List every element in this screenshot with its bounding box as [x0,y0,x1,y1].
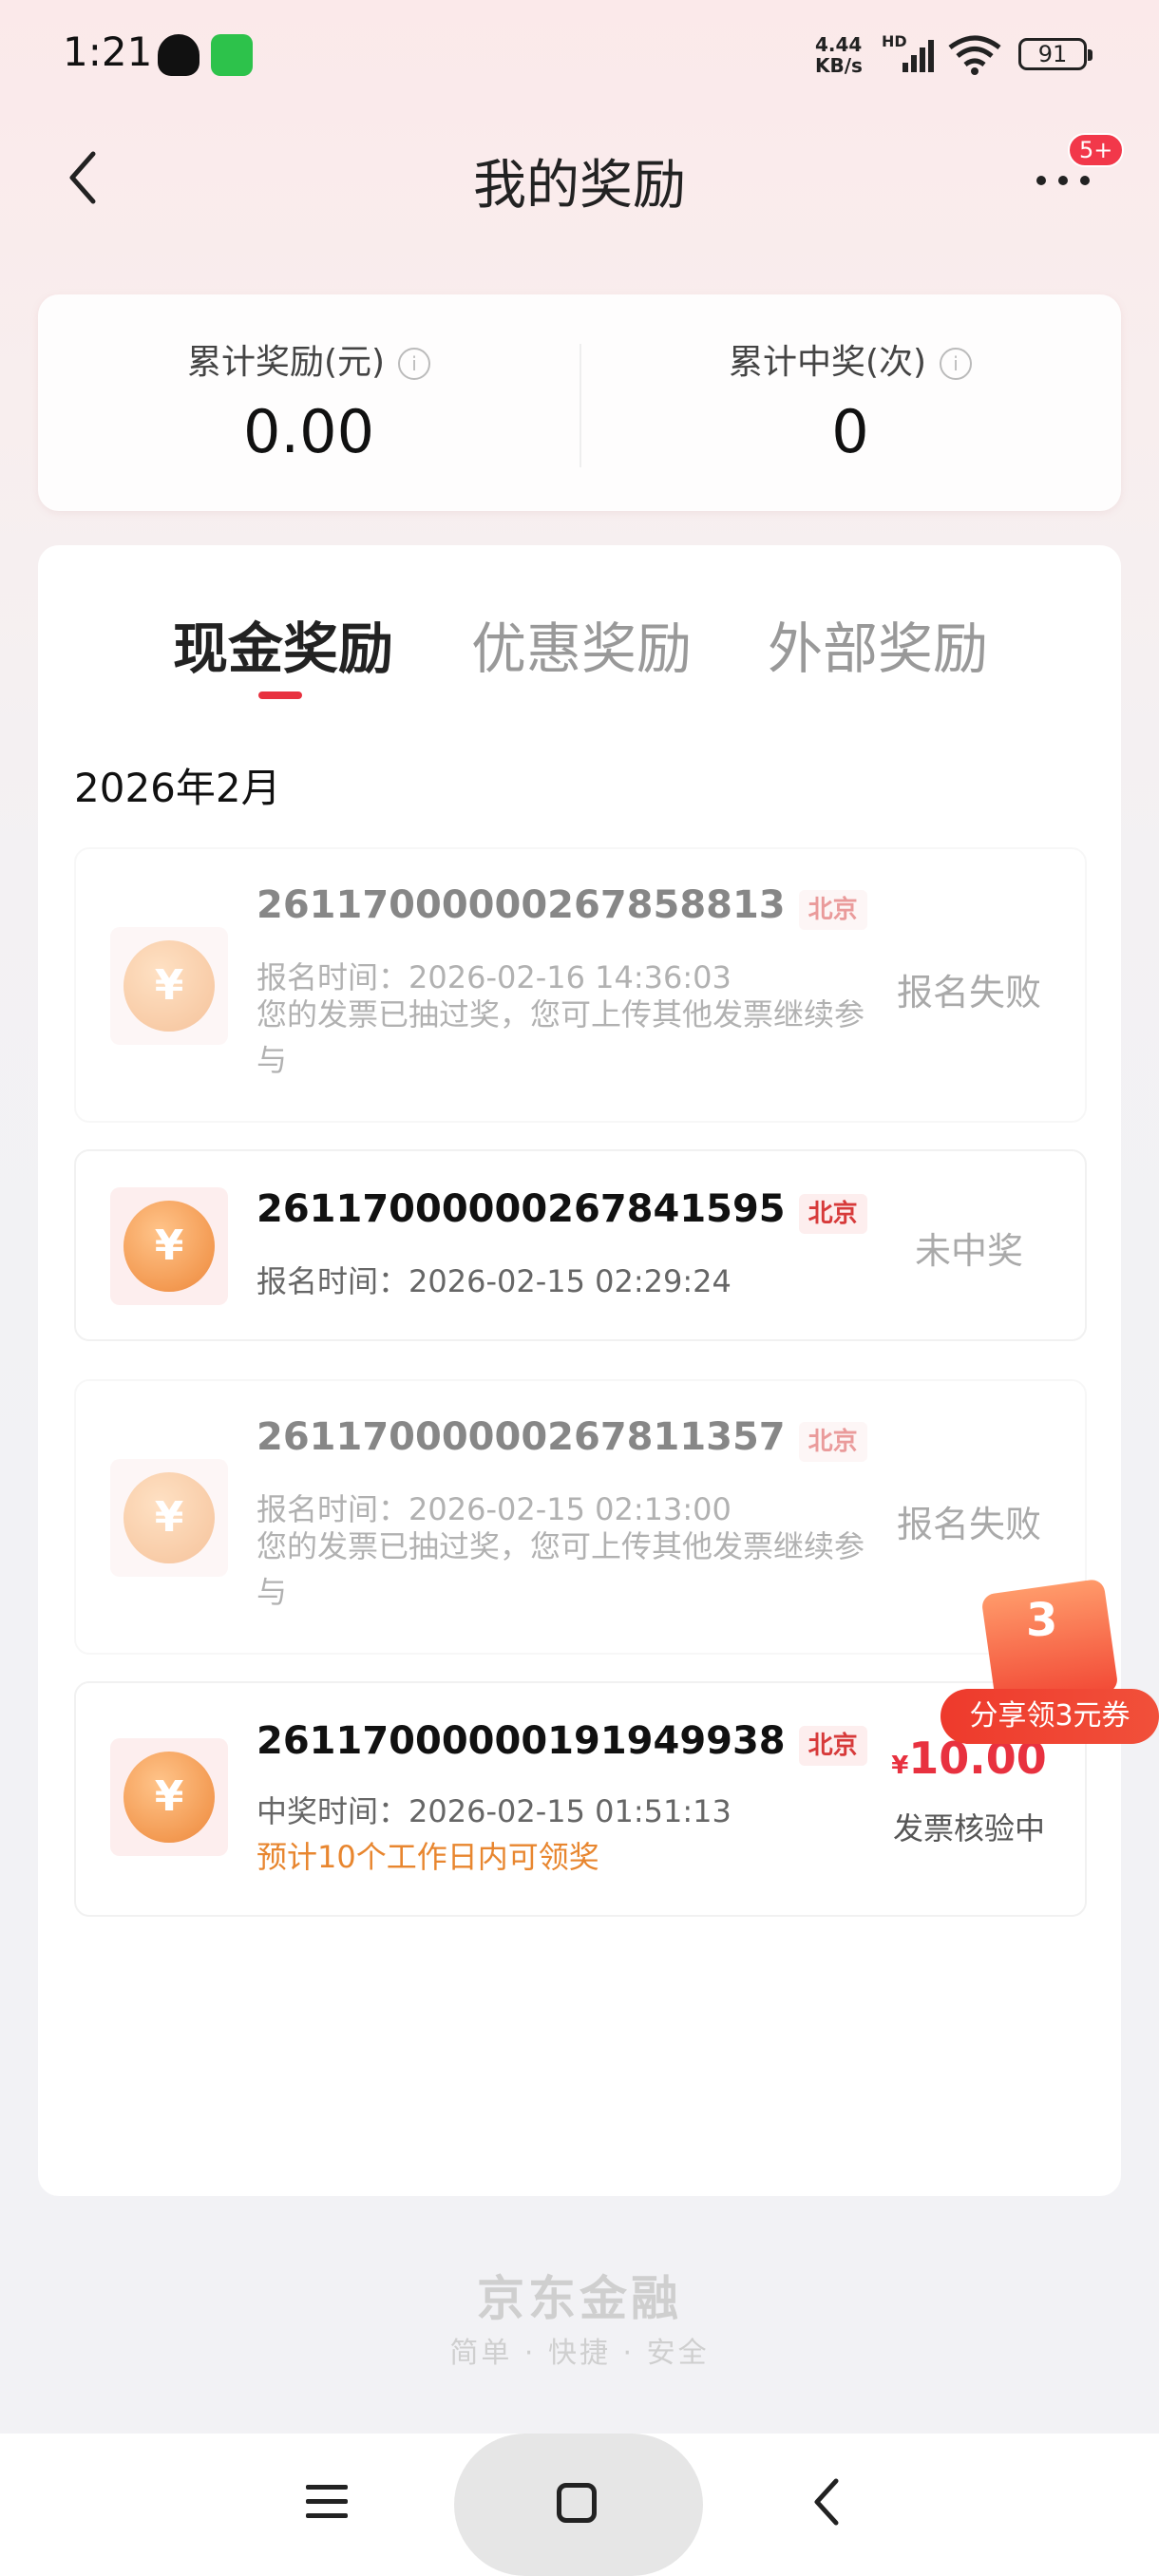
total-wins-label: 累计中奖(次) [728,343,927,382]
summary-card: 累计奖励(元) i 0.00 累计中奖(次) i 0 [38,294,1121,511]
region-tag: 北京 [798,890,867,930]
battery-level: 91 [1037,41,1068,67]
net-speed-unit: KB/s [815,54,863,77]
record-id: 26117000000191949938 [256,1719,786,1763]
share-coupon-promo[interactable]: 3 分享领3元券 [940,1577,1159,1748]
total-reward-label: 累计奖励(元) [186,343,386,382]
notification-badge: 5+ [1068,133,1125,167]
yuan-coin-icon: ¥ [124,940,215,1032]
home-button[interactable] [454,2434,703,2576]
total-reward-label-row: 累计奖励(元) i [38,334,580,384]
region-tag: 北京 [798,1726,867,1766]
coin-icon-box: ¥ [110,1187,228,1305]
region-tag: 北京 [798,1422,867,1462]
battery-icon: 91 [1018,38,1092,70]
record-id-row: 26117000000267811357 北京 [256,1415,867,1462]
page-title: 我的奖励 [473,155,686,217]
system-nav-bar [0,2434,1159,2576]
net-speed: 4.44 KB/s [815,34,863,76]
promo-number: 3 [1026,1594,1058,1647]
qq-icon [158,34,200,76]
info-icon[interactable]: i [940,348,973,380]
record-time: 报名时间：2026-02-15 02:29:24 [256,1263,732,1299]
back-icon [814,2478,839,2526]
month-header: 2026年2月 [74,765,281,811]
signal-icon: HD [882,32,935,78]
total-reward-value: 0.00 [242,397,375,466]
total-wins-value: 0 [831,397,869,466]
record-status: 报名失败 [896,1504,1041,1545]
network-type: HD [882,32,907,50]
record-status: 发票核验中 [892,1810,1045,1847]
yuan-coin-icon: ¥ [124,1472,215,1563]
list-item[interactable]: ¥ 26117000000191949938 北京 中奖时间：2026-02-1… [74,1681,1087,1917]
coin-icon-box: ¥ [110,927,228,1045]
tab-coupon-rewards[interactable]: 优惠奖励 [471,604,692,684]
wifi-icon [946,34,1003,80]
coin-icon-box: ¥ [110,1738,228,1856]
record-id: 26117000000267841595 [256,1187,786,1231]
total-wins-block: 累计中奖(次) i 0 [580,294,1121,511]
record-note: 您的发票已抽过奖，您可上传其他发票继续参与 [256,996,865,1078]
record-id-row: 26117000000191949938 北京 [256,1719,867,1766]
home-icon [557,2483,597,2523]
wechat-icon [211,34,253,76]
region-tag: 北京 [798,1194,867,1234]
record-id: 26117000000267858813 [256,883,786,927]
rewards-panel: 现金奖励 优惠奖励 外部奖励 2026年2月 ¥ 261170000002678… [38,545,1121,2196]
yuan-coin-icon: ¥ [124,1752,215,1843]
total-reward-block: 累计奖励(元) i 0.00 [38,294,580,511]
record-status: 报名失败 [896,972,1041,1013]
record-time: 中奖时间：2026-02-15 01:51:13 [256,1793,732,1829]
list-item[interactable]: ¥ 26117000000267841595 北京 报名时间：2026-02-1… [74,1149,1087,1341]
menu-icon [306,2485,348,2518]
recents-button[interactable] [304,2481,352,2527]
list-item[interactable]: ¥ 26117000000267858813 北京 报名时间：2026-02-1… [74,847,1087,1123]
record-status: 未中奖 [914,1230,1023,1272]
record-id-row: 26117000000267858813 北京 [256,883,867,930]
record-note: 您的发票已抽过奖，您可上传其他发票继续参与 [256,1528,865,1610]
record-id: 26117000000267811357 [256,1415,786,1459]
info-icon[interactable]: i [398,348,431,380]
share-coupon-button[interactable]: 分享领3元券 [940,1689,1159,1744]
prize-currency: ¥ [891,1752,909,1780]
system-back-button[interactable] [808,2473,846,2530]
coin-icon-box: ¥ [110,1459,228,1577]
record-id-row: 26117000000267841595 北京 [256,1187,867,1234]
list-item[interactable]: ¥ 26117000000267811357 北京 报名时间：2026-02-1… [74,1379,1087,1655]
claim-hint: 预计10个工作日内可领奖 [256,1839,599,1875]
total-wins-label-row: 累计中奖(次) i [580,334,1121,384]
tab-external-rewards[interactable]: 外部奖励 [768,604,988,684]
status-time: 1:21 [63,28,153,75]
active-tab-indicator [258,691,302,699]
net-speed-value: 4.44 [815,33,863,56]
yuan-coin-icon: ¥ [124,1201,215,1292]
brand-logo: 京东金融 [477,2271,682,2326]
brand-slogan: 简单 · 快捷 · 安全 [449,2337,710,2370]
tab-cash-rewards[interactable]: 现金奖励 [173,604,393,684]
